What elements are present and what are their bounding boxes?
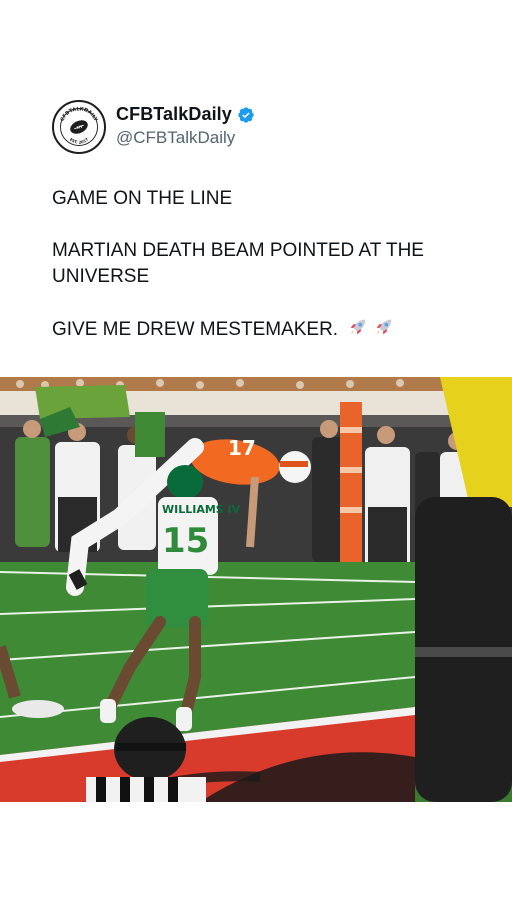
tweet-line-1: GAME ON THE LINE: [52, 188, 233, 209]
football-catch-photo: 17 WILLIAMS IV 15: [0, 377, 512, 802]
media-photo[interactable]: 17 WILLIAMS IV 15: [0, 377, 512, 802]
author-names: CFBTalkDaily @CFBTalkDaily: [116, 104, 255, 148]
avatar[interactable]: CFBTALKDAILY EST. 2017: [52, 100, 106, 154]
rocket-icon: [373, 316, 395, 346]
tweet-text: GAME ON THE LINE MARTIAN DEATH BEAM POIN…: [52, 186, 472, 346]
jersey-number: 15: [162, 521, 209, 561]
football-logo-icon: CFBTALKDAILY EST. 2017: [55, 103, 103, 151]
jersey-name: WILLIAMS IV: [162, 503, 241, 516]
verified-badge-icon: [237, 106, 255, 124]
post-header: CFBTALKDAILY EST. 2017 CFBTalkDaily @CFB…: [52, 100, 472, 156]
tweet-line-2: MARTIAN DEATH BEAM POINTED AT THE UNIVER…: [52, 240, 424, 287]
display-name[interactable]: CFBTalkDaily: [116, 104, 232, 125]
tweet-line-3-text: GIVE ME DREW MESTEMAKER.: [52, 319, 339, 340]
rocket-icon: [347, 316, 369, 346]
handle[interactable]: @CFBTalkDaily: [116, 128, 255, 148]
receiver-number: 17: [228, 436, 256, 460]
tweet-line-3: GIVE ME DREW MESTEMAKER.: [52, 316, 472, 346]
